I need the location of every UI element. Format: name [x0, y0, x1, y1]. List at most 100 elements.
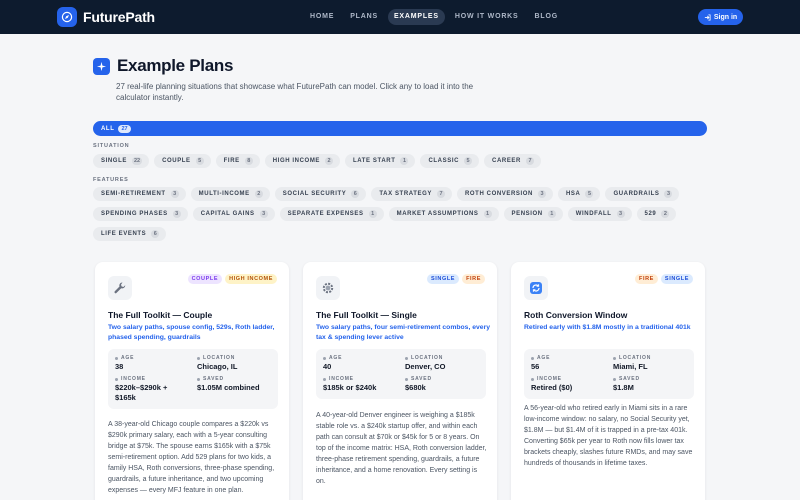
- filter-chip[interactable]: HSA 5: [558, 187, 601, 201]
- page-header: Example Plans: [93, 56, 233, 76]
- filter-chip-count: 5: [464, 157, 473, 165]
- features-chips-row-1: SEMI-RETIREMENT 3 MULTI-INCOME 2 SOCIAL SECU…: [93, 187, 680, 201]
- stat-location: LOCATION Denver, CO: [405, 355, 479, 372]
- sign-in-icon: [704, 13, 711, 21]
- bullet-icon: [613, 356, 616, 360]
- gear-icon: [316, 276, 340, 300]
- filter-chip-count: 2: [254, 190, 263, 198]
- filter-chip[interactable]: SOCIAL SECURITY 6: [274, 187, 367, 201]
- stat-label-text: INCOME: [121, 376, 146, 382]
- card-tagline: Retired early with $1.8M mostly in a tra…: [524, 324, 691, 331]
- brand-name: FuturePath: [83, 9, 155, 25]
- filter-chip[interactable]: CAREER 7: [484, 154, 541, 168]
- filter-chip[interactable]: WINDFALL 3: [567, 207, 632, 221]
- filter-chip-count: 22: [131, 157, 143, 165]
- nav-blog[interactable]: BLOG: [529, 9, 564, 25]
- stat-label-text: LOCATION: [411, 355, 444, 361]
- filter-all-count: 27: [118, 124, 131, 133]
- filter-chip-label: FIRE: [223, 158, 240, 164]
- sign-in-button[interactable]: Sign in: [698, 9, 743, 25]
- bullet-icon: [115, 377, 118, 381]
- plan-card[interactable]: COUPLE HIGH INCOME The Full Toolkit — Cou…: [95, 262, 289, 500]
- filter-chip[interactable]: 529 2: [636, 207, 677, 221]
- card-stats: AGE 40 LOCATION Denver, CO INCOME $185k …: [316, 349, 486, 399]
- filter-chip[interactable]: CAPITAL GAINS 3: [192, 207, 275, 221]
- stat-saved-value: $1.8M: [613, 383, 634, 392]
- filter-all[interactable]: ALL 27: [93, 121, 707, 136]
- filter-chip[interactable]: TAX STRATEGY 7: [371, 187, 452, 201]
- filter-chip-count: 7: [525, 157, 534, 165]
- filter-chip[interactable]: CLASSIC 5: [420, 154, 480, 168]
- card-tags: COUPLE HIGH INCOME: [187, 274, 277, 284]
- stat-income-value: Retired ($0): [531, 383, 573, 392]
- stat-age-value: 38: [115, 362, 124, 371]
- filter-chip[interactable]: SEMI-RETIREMENT 3: [93, 187, 186, 201]
- stat-saved-label: SAVED: [197, 376, 271, 382]
- tag-badge: COUPLE: [187, 274, 223, 284]
- filter-chip[interactable]: LIFE EVENTS 6: [93, 227, 167, 241]
- stat-age-value: 56: [531, 362, 540, 371]
- filter-chip-count: 1: [483, 210, 492, 218]
- filter-chip-count: 3: [170, 190, 179, 198]
- stat-location: LOCATION Chicago, IL: [197, 355, 271, 372]
- stat-age-label: AGE: [115, 355, 189, 361]
- top-nav: FuturePath HOME PLANS EXAMPLES HOW IT WO…: [0, 0, 800, 34]
- stat-income-label: INCOME: [531, 376, 605, 382]
- nav-links: HOME PLANS EXAMPLES HOW IT WORKS BLOG: [304, 9, 564, 25]
- card-tags: SINGLE FIRE: [426, 274, 485, 284]
- tag-badge: HIGH INCOME: [225, 274, 277, 284]
- filter-chip[interactable]: SEPARATE EXPENSES 1: [279, 207, 384, 221]
- filter-chip[interactable]: HIGH INCOME 2: [264, 154, 341, 168]
- filter-chip[interactable]: FIRE 8: [215, 154, 260, 168]
- filter-chip[interactable]: MULTI-INCOME 2: [190, 187, 270, 201]
- card-stats: AGE 38 LOCATION Chicago, IL INCOME $220k…: [108, 349, 278, 409]
- nav-examples[interactable]: EXAMPLES: [387, 9, 445, 25]
- plan-card[interactable]: SINGLE FIRE The Full Toolkit — Single Two…: [303, 262, 497, 500]
- filter-chip[interactable]: SINGLE 22: [93, 154, 150, 168]
- filter-chip-label: LIFE EVENTS: [101, 231, 147, 237]
- filter-chip-label: HIGH INCOME: [272, 158, 321, 164]
- stat-income: INCOME $220k–$290k + $165k: [115, 376, 189, 403]
- filter-chip-label: PENSION: [511, 211, 543, 217]
- stat-location: LOCATION Miami, FL: [613, 355, 687, 372]
- nav-how-it-works[interactable]: HOW IT WORKS: [449, 9, 525, 25]
- tag-badge: FIRE: [462, 274, 485, 284]
- filter-chip-count: 7: [436, 190, 445, 198]
- nav-home[interactable]: HOME: [304, 9, 340, 25]
- tag-badge: SINGLE: [426, 274, 460, 284]
- filter-chip-count: 6: [151, 230, 160, 238]
- filter-chip[interactable]: LATE START 1: [345, 154, 416, 168]
- filter-chip[interactable]: MARKET ASSUMPTIONS 1: [388, 207, 499, 221]
- stat-age-value: 40: [323, 362, 332, 371]
- brand-logo[interactable]: FuturePath: [57, 7, 155, 27]
- filter-chip[interactable]: PENSION 1: [503, 207, 563, 221]
- filter-chip-label: LATE START: [353, 158, 396, 164]
- plan-card[interactable]: FIRE SINGLE Roth Conversion Window Retire…: [511, 262, 705, 500]
- bullet-icon: [531, 377, 534, 381]
- filter-chip-count: 1: [547, 210, 556, 218]
- stat-age: AGE 56: [531, 355, 605, 372]
- sign-in-label: Sign in: [713, 13, 738, 21]
- filter-chip[interactable]: ROTH CONVERSION 3: [456, 187, 553, 201]
- stat-label-text: LOCATION: [203, 355, 236, 361]
- filter-chip-label: MULTI-INCOME: [198, 191, 250, 197]
- stat-location-label: LOCATION: [405, 355, 479, 361]
- card-tagline: Two salary paths, four semi-retirement c…: [316, 324, 491, 341]
- filter-chip[interactable]: GUARDRAILS 3: [605, 187, 680, 201]
- wrench-icon: [108, 276, 132, 300]
- filter-chip[interactable]: COUPLE 5: [154, 154, 211, 168]
- card-title: The Full Toolkit — Single: [316, 310, 417, 320]
- features-chips-row-3: LIFE EVENTS 6: [93, 227, 167, 241]
- stat-income-value: $185k or $240k: [323, 383, 377, 392]
- filter-chip[interactable]: SPENDING PHASES 3: [93, 207, 188, 221]
- filter-chip-label: WINDFALL: [575, 211, 612, 217]
- stat-income-label: INCOME: [115, 376, 189, 382]
- nav-plans[interactable]: PLANS: [344, 9, 384, 25]
- stat-label-text: AGE: [121, 355, 135, 361]
- features-label: FEATURES: [93, 177, 129, 183]
- stat-location-label: LOCATION: [197, 355, 271, 361]
- card-description: A 40-year-old Denver engineer is weighin…: [316, 412, 487, 485]
- filter-chip-label: COUPLE: [162, 158, 191, 164]
- filter-chip-label: CLASSIC: [428, 158, 460, 164]
- filter-chip-count: 3: [538, 190, 546, 198]
